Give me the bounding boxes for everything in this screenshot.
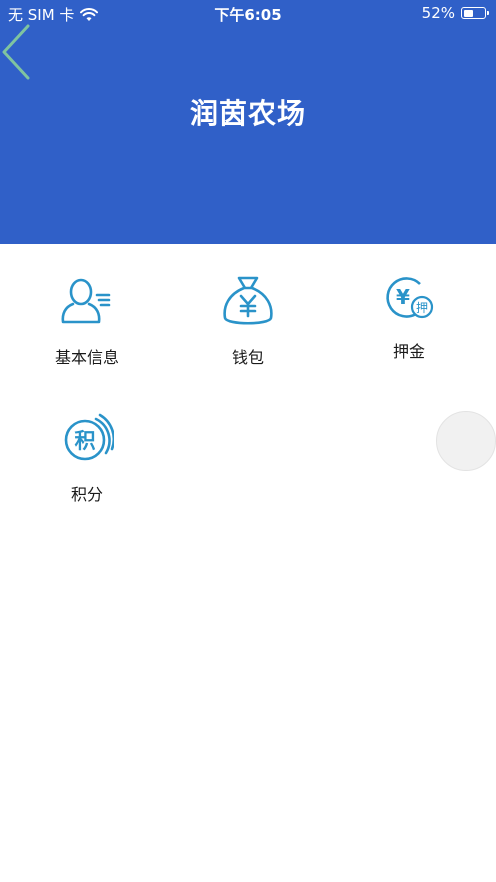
- battery-fill: [463, 9, 474, 17]
- status-right: 52%: [421, 4, 489, 22]
- floating-assistive-button[interactable]: [436, 411, 496, 471]
- battery-icon: [461, 7, 489, 19]
- page-title: 润茵农场: [189, 97, 306, 130]
- money-bag-icon: [223, 276, 273, 325]
- back-button[interactable]: [0, 22, 40, 80]
- chevron-left-icon: [2, 24, 30, 80]
- battery-cap: [487, 11, 489, 15]
- menu-item-wallet[interactable]: 钱包: [173, 274, 323, 368]
- battery-percent: 52%: [421, 4, 455, 22]
- points-icon-char: 积: [75, 429, 96, 453]
- deposit-icon-badge: 押: [416, 301, 428, 315]
- menu-label-wallet: 钱包: [231, 348, 264, 367]
- screen: 无 SIM 卡 下午6:05 52% 润茵农场 基本信息 钱包 ¥ 押 押金 积…: [0, 0, 496, 882]
- status-bar: 无 SIM 卡 下午6:05 52%: [0, 0, 496, 26]
- deposit-icon-yen: ¥: [396, 285, 410, 309]
- menu-item-deposit[interactable]: ¥ 押 押金: [334, 274, 484, 362]
- deposit-icon: ¥ 押: [386, 277, 434, 319]
- menu-label-points: 积分: [70, 485, 103, 504]
- header: 无 SIM 卡 下午6:05 52% 润茵农场: [0, 0, 496, 244]
- user-info-icon: [61, 278, 111, 324]
- menu-item-points[interactable]: 积 积分: [12, 413, 162, 505]
- menu-label-basic-info: 基本信息: [54, 348, 119, 367]
- points-icon: 积: [64, 413, 114, 461]
- menu-item-basic-info[interactable]: 基本信息: [12, 276, 162, 368]
- menu-label-deposit: 押金: [392, 342, 425, 361]
